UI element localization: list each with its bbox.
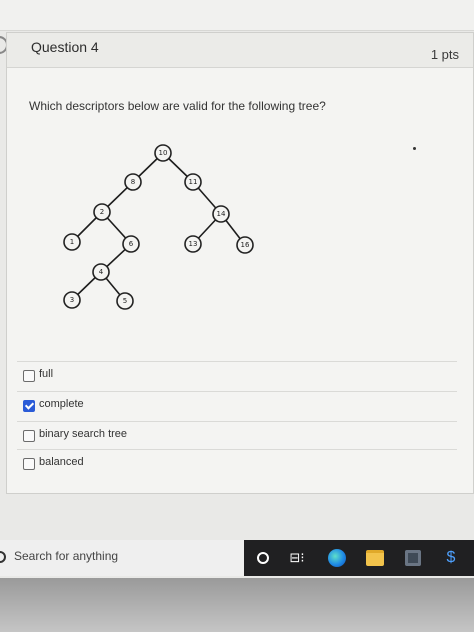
question-points: 1 pts (430, 47, 459, 62)
task-view-icon[interactable]: ⊟⁝ (286, 548, 308, 568)
tree-node: 8 (124, 173, 142, 191)
tree-node-label: 6 (129, 240, 134, 248)
store-icon[interactable] (402, 548, 424, 568)
monitor-bezel (0, 578, 474, 632)
taskbar-search[interactable]: Search for anything (0, 540, 244, 576)
checkbox-full[interactable] (23, 370, 35, 382)
tree-node: 4 (92, 263, 110, 281)
tree-diagram: 10 8 11 2 14 1 6 13 16 4 3 5 (63, 144, 254, 310)
tree-node: 6 (122, 235, 140, 253)
tree-node-label: 1 (70, 238, 74, 246)
tree-node: 2 (93, 203, 111, 221)
option-binary-search-tree[interactable]: binary search tree (17, 421, 457, 450)
tree-node: 10 (154, 144, 172, 162)
cortana-icon[interactable] (252, 548, 274, 568)
tree-node: 16 (236, 236, 254, 254)
tree-node: 3 (63, 291, 81, 309)
checkbox-complete[interactable] (23, 400, 35, 412)
question-header: Question 4 1 pts (7, 33, 473, 68)
screen: Question 4 1 pts Which descriptors below… (0, 0, 474, 578)
tree-node-label: 10 (159, 149, 168, 157)
file-explorer-icon[interactable] (364, 548, 386, 568)
search-icon (0, 551, 6, 563)
tree-node-label: 11 (189, 178, 198, 186)
tree-node: 13 (184, 235, 202, 253)
edge-browser-icon[interactable] (326, 548, 348, 568)
question-title: Question 4 (31, 39, 99, 55)
windows-taskbar: Search for anything ⊟⁝ $ (0, 540, 474, 576)
tree-node-label: 8 (131, 178, 135, 186)
search-input[interactable]: Search for anything (14, 549, 118, 563)
tree-node: 11 (184, 173, 202, 191)
tree-node: 1 (63, 233, 81, 251)
tree-node-label: 2 (100, 208, 104, 216)
question-prompt: Which descriptors below are valid for th… (29, 99, 326, 113)
tree-node: 14 (212, 205, 230, 223)
option-label: binary search tree (39, 428, 128, 440)
tree-node: 5 (116, 292, 134, 310)
option-label: balanced (39, 456, 84, 468)
question-card: Question 4 1 pts Which descriptors below… (6, 32, 474, 494)
tree-node-label: 5 (123, 297, 127, 305)
tree-node-label: 16 (241, 241, 250, 249)
option-label: complete (39, 398, 84, 410)
tree-node-label: 13 (189, 240, 198, 248)
option-complete[interactable]: complete (17, 391, 457, 420)
tree-node-label: 14 (217, 210, 226, 218)
app-icon[interactable]: $ (440, 548, 462, 568)
checkbox-balanced[interactable] (23, 458, 35, 470)
speck (413, 147, 416, 150)
option-balanced[interactable]: balanced (17, 449, 457, 478)
checkbox-binary-search-tree[interactable] (23, 430, 35, 442)
tree-node-label: 3 (70, 296, 74, 304)
tree-node-label: 4 (99, 268, 104, 276)
top-strip (0, 0, 474, 31)
option-label: full (39, 368, 54, 380)
option-full[interactable]: full (17, 361, 457, 390)
